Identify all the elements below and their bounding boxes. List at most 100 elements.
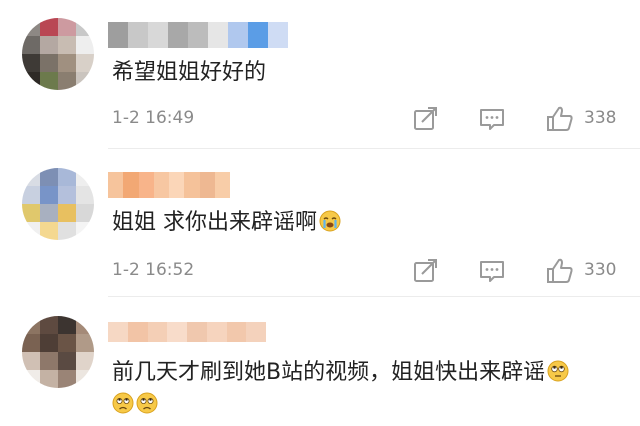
avatar-mosaic-tile [22,36,40,54]
username-mosaic-tile [188,22,208,48]
share-icon[interactable] [410,104,440,134]
comment-text-content: 前几天才刷到她B站的视频，姐姐快出来辟谣 [112,360,546,385]
avatar-mosaic-tile [22,72,40,90]
avatar-mosaic-tile [76,168,94,186]
avatar-mosaic-tile [40,222,58,240]
avatar-mosaic-tile [58,370,76,388]
username-mosaic-tile [127,322,148,342]
comment-text: 姐姐 求你出来辟谣啊 [112,208,341,238]
avatar-mosaic-tile [22,204,40,222]
avatar-mosaic-tile [40,18,58,36]
thumbs-up-icon[interactable] [545,104,575,134]
crying-emoji [319,210,341,232]
avatar-mosaic-tile [22,186,40,204]
username-mosaic-tile [147,322,168,342]
divider [108,148,640,149]
avatar-mosaic-tile [58,72,76,90]
avatar-mosaic-tile [40,168,58,186]
avatar-mosaic-tile [22,18,40,36]
username-mosaic-tile [108,322,128,342]
comment-text-content: 姐姐 求你出来辟谣啊 [112,210,317,235]
avatar-mosaic-tile [40,36,58,54]
username-mosaic-tile [184,172,201,198]
username-mosaic-tile [268,22,288,48]
timestamp: 1-2 16:52 [112,260,195,280]
avatar-mosaic-tile [76,72,94,90]
comment-item: 前几天才刷到她B站的视频，姐姐快出来辟谣 [0,300,640,426]
avatar[interactable] [22,316,94,388]
comment-item: 希望姐姐好好的 1-2 16:49 338 [0,0,640,150]
rolling-eyes-emoji [547,360,569,382]
share-icon[interactable] [410,256,440,286]
username-redacted[interactable] [108,22,288,48]
avatar-mosaic-tile [58,36,76,54]
avatar-mosaic-tile [76,54,94,72]
comment-text: 前几天才刷到她B站的视频，姐姐快出来辟谣 [112,358,569,388]
avatar[interactable] [22,18,94,90]
username-mosaic-tile [169,172,185,198]
avatar-mosaic-tile [22,316,40,334]
username-mosaic-tile [206,322,227,342]
comment-icon[interactable] [477,104,507,134]
avatar-mosaic-tile [22,370,40,388]
avatar-mosaic-tile [58,334,76,352]
username-mosaic-tile [128,22,148,48]
username-mosaic-tile [248,22,268,48]
comment-icon[interactable] [477,256,507,286]
comment-emoji-line [112,390,158,420]
comment-item: 姐姐 求你出来辟谣啊 1-2 16:52 330 [0,150,640,300]
timestamp: 1-2 16:49 [112,108,195,128]
avatar-mosaic-tile [22,54,40,72]
username-mosaic-tile [108,22,128,48]
avatar-mosaic-tile [22,334,40,352]
avatar-mosaic-tile [76,370,94,388]
username-mosaic-tile [153,172,170,198]
like-count: 330 [584,260,617,280]
avatar-mosaic-tile [76,36,94,54]
avatar-mosaic-tile [58,186,76,204]
username-mosaic-tile [226,322,247,342]
avatar-mosaic-tile [40,352,58,370]
username-redacted[interactable] [108,322,266,342]
avatar-mosaic-tile [76,18,94,36]
avatar-mosaic-tile [40,72,58,90]
avatar-mosaic-tile [40,370,58,388]
avatar-mosaic-tile [58,168,76,186]
avatar-mosaic-tile [58,18,76,36]
username-mosaic-tile [123,172,140,198]
username-mosaic-tile [138,172,155,198]
divider [108,296,640,297]
username-mosaic-tile [108,172,124,198]
username-mosaic-tile [187,322,207,342]
like-count: 338 [584,108,617,128]
avatar-mosaic-tile [76,222,94,240]
avatar-mosaic-tile [58,204,76,222]
username-mosaic-tile [208,22,228,48]
avatar[interactable] [22,168,94,240]
avatar-mosaic-tile [76,186,94,204]
avatar-mosaic-tile [22,168,40,186]
avatar-mosaic-tile [22,352,40,370]
avatar-mosaic-tile [58,54,76,72]
avatar-mosaic-tile [58,352,76,370]
avatar-mosaic-tile [40,54,58,72]
avatar-mosaic-tile [40,334,58,352]
comment-meta: 1-2 16:52 330 [112,256,632,286]
avatar-mosaic-tile [40,186,58,204]
username-mosaic-tile [199,172,216,198]
comment-meta: 1-2 16:49 338 [112,104,632,134]
avatar-mosaic-tile [40,316,58,334]
avatar-mosaic-tile [22,222,40,240]
username-mosaic-tile [148,22,168,48]
thumbs-up-icon[interactable] [545,256,575,286]
avatar-mosaic-tile [40,204,58,222]
username-mosaic-tile [167,322,188,342]
username-mosaic-tile [168,22,188,48]
username-redacted[interactable] [108,172,230,198]
avatar-mosaic-tile [76,334,94,352]
username-mosaic-tile [228,22,248,48]
avatar-mosaic-tile [76,352,94,370]
avatar-mosaic-tile [58,222,76,240]
username-mosaic-tile [214,172,230,198]
comment-text: 希望姐姐好好的 [112,60,267,85]
